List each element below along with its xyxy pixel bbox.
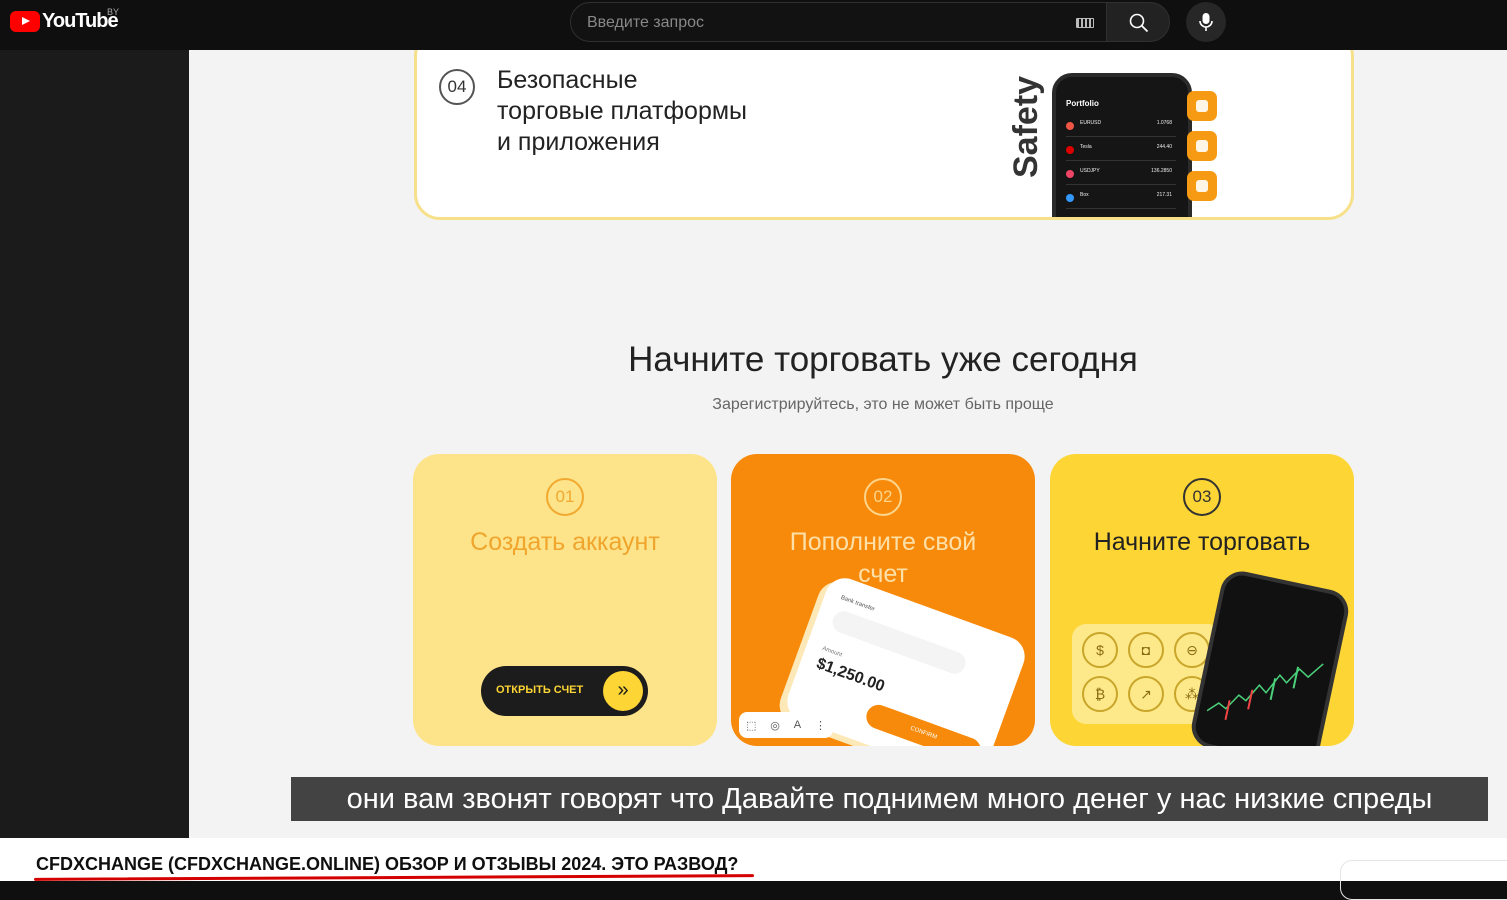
step-01-card: 01 Создать аккаунт ОТКРЫТЬ СЧЕТ » — [413, 454, 717, 746]
bitcoin-icon: ₿ — [1082, 676, 1118, 712]
search-button[interactable] — [1106, 2, 1170, 42]
portfolio-title: Portfolio — [1066, 99, 1099, 108]
step-03-card: 03 Начните торговать $ ◘ ⊖ ₿ ↗ ⁂ — [1050, 454, 1354, 746]
video-player[interactable]: 04 Безопасные торговые платформы и прило… — [189, 50, 1507, 838]
step-number: 04 — [439, 69, 475, 105]
open-account-button: ОТКРЫТЬ СЧЕТ » — [481, 666, 648, 716]
camera-icon[interactable]: ◎ — [770, 719, 780, 732]
step-title: Пополните свой счет — [731, 526, 1035, 590]
title-line: Пополните свой — [789, 528, 977, 556]
open-account-label: ОТКРЫТЬ СЧЕТ — [496, 684, 584, 696]
microphone-icon — [1199, 13, 1213, 31]
transfer-label: Bank transfer — [839, 594, 876, 613]
image-tools-bar[interactable]: ⬚ ◎ A ⋮ — [739, 712, 833, 738]
keyboard-icon[interactable] — [1076, 18, 1094, 28]
portfolio-row: Tesla 244.40 — [1066, 141, 1176, 161]
double-chevron-icon: » — [603, 671, 643, 711]
search-input[interactable] — [587, 13, 1057, 33]
region-code: BY — [107, 7, 120, 17]
video-title: CFDXCHANGE (CFDXCHANGE.ONLINE) ОБЗОР И О… — [36, 854, 739, 874]
voice-search-button[interactable] — [1186, 2, 1226, 42]
portfolio-row: Box 217.31 — [1066, 189, 1176, 209]
phone-mockup: Portfolio EURUSD 1.0768 Tesla 244.40 USDJP… — [1052, 73, 1192, 217]
jar-icon: ◘ — [1128, 632, 1164, 668]
dollar-icon: $ — [1082, 632, 1118, 668]
step-04-title: Безопасные торговые платформы и приложен… — [497, 65, 747, 158]
search-box — [570, 2, 1107, 42]
red-underline — [33, 874, 755, 881]
translate-icon[interactable]: A — [794, 719, 801, 731]
shield-icon — [1187, 91, 1217, 121]
wallet-icon — [1187, 131, 1217, 161]
trading-phone-mockup — [1187, 567, 1353, 746]
youtube-logo[interactable]: YouTube — [10, 10, 119, 33]
play-logo-icon — [10, 11, 40, 32]
safety-word: Safety — [1007, 75, 1045, 178]
step-title: Создать аккаунт — [470, 528, 660, 556]
masthead: YouTube BY — [0, 0, 1507, 50]
step-04-card: 04 Безопасные торговые платформы и прило… — [414, 50, 1354, 220]
confirm-label: CONFIRM — [863, 701, 984, 746]
step-number: 01 — [546, 478, 584, 516]
player-letterbox — [0, 50, 189, 838]
section-subheading: Зарегистрируйтесь, это не может быть про… — [712, 396, 1054, 413]
video-info: CFDXCHANGE (CFDXCHANGE.ONLINE) ОБЗОР И О… — [0, 838, 1507, 900]
title-line: Безопасные — [497, 66, 638, 94]
crop-icon[interactable]: ⬚ — [746, 719, 756, 732]
key-icon — [1187, 171, 1217, 201]
candlestick-chart — [1206, 663, 1324, 721]
chart-icon: ↗ — [1128, 676, 1164, 712]
section-heading: Начните торговать уже сегодня — [628, 340, 1138, 379]
search-icon — [1129, 13, 1149, 33]
step-number: 02 — [864, 478, 902, 516]
title-line: и приложения — [497, 128, 660, 156]
title-line: счет — [858, 560, 908, 588]
subtitle-caption: они вам звонят говорят что Давайте подни… — [291, 777, 1488, 821]
step-number: 03 — [1183, 478, 1221, 516]
portfolio-row: EURUSD 1.0768 — [1066, 117, 1176, 137]
more-icon[interactable]: ⋮ — [815, 719, 826, 732]
amount-value: $1,250.00 — [814, 655, 887, 696]
side-panel-edge — [1340, 860, 1507, 900]
portfolio-row: USDJPY 136.2850 — [1066, 165, 1176, 185]
title-line: торговые платформы — [497, 97, 748, 125]
step-02-card: 02 Пополните свой счет Bank transfer Amo… — [731, 454, 1035, 746]
step-title: Начните торговать — [1093, 528, 1311, 556]
